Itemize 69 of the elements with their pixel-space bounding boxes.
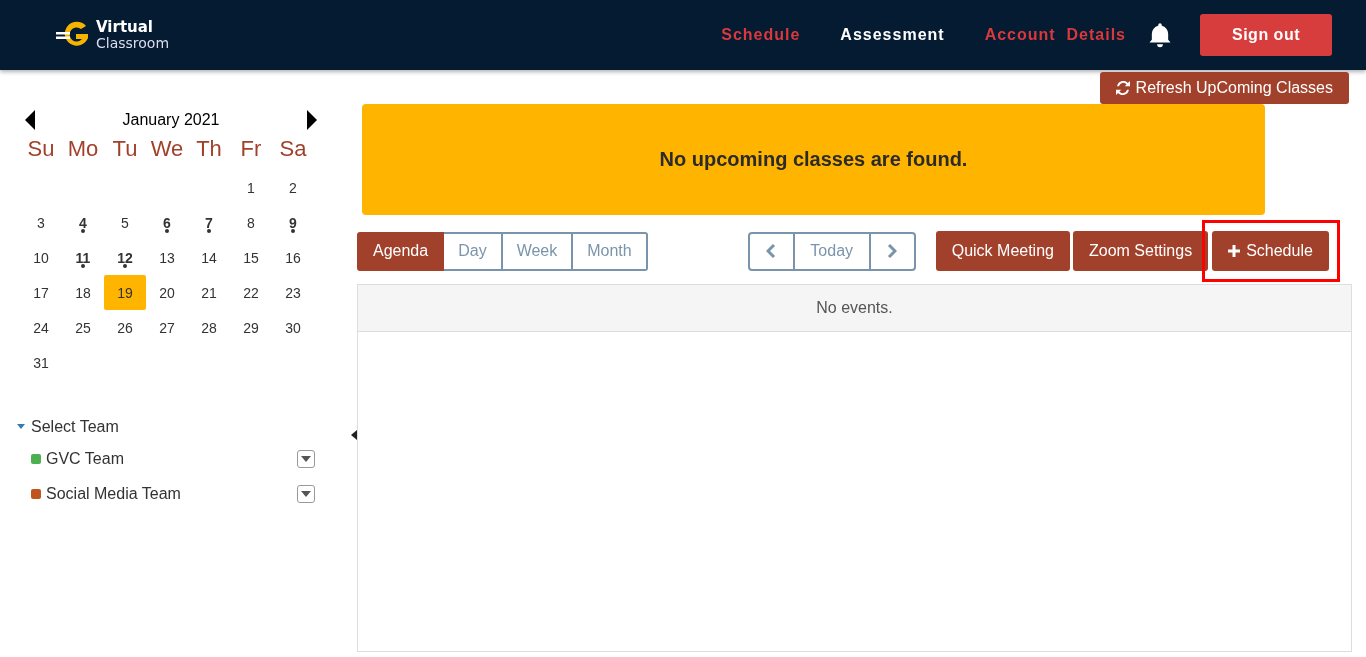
calendar-day[interactable]: 25 [62, 310, 104, 345]
calendar-day[interactable]: 24 [20, 310, 62, 345]
calendar-day[interactable]: 7 [188, 205, 230, 240]
calendar-day[interactable]: 20 [146, 275, 188, 310]
logo-subtitle: Classroom [96, 35, 170, 51]
calendar-day[interactable]: 14 [188, 240, 230, 275]
next-button[interactable] [868, 231, 916, 271]
calendar-day[interactable]: 21 [188, 275, 230, 310]
calendar-day[interactable]: 12 [104, 240, 146, 275]
refresh-button[interactable]: Refresh UpComing Classes [1099, 72, 1349, 104]
calendar-day[interactable]: 8 [230, 205, 272, 240]
calendar-day[interactable]: 29 [230, 310, 272, 345]
calendar-day[interactable]: 28 [188, 310, 230, 345]
calendar-day[interactable]: 4 [62, 205, 104, 240]
team-name: GVC Team [46, 449, 125, 468]
chevron-left-icon [766, 244, 777, 258]
refresh-icon [1115, 81, 1130, 95]
plus-icon [1228, 245, 1241, 257]
weekday-label: Su [26, 136, 56, 163]
weekday-label: Fr [239, 136, 263, 163]
calendar-day[interactable]: 11 [62, 240, 104, 275]
team-name: Social Media Team [46, 484, 182, 503]
calendar-day[interactable]: 26 [104, 310, 146, 345]
caret-icon [301, 490, 311, 497]
nav-link[interactable]: Schedule [721, 26, 801, 44]
no-events-message: No events. [816, 299, 893, 317]
previous-button[interactable] [747, 231, 795, 271]
caret-icon[interactable] [17, 424, 25, 430]
calendar-day[interactable]: 1 [230, 170, 272, 205]
calendar-day[interactable]: 5 [104, 205, 146, 240]
logo-title: Virtual [96, 19, 154, 35]
calendar-day[interactable]: 27 [146, 310, 188, 345]
select-team-label[interactable]: Select Team [31, 418, 119, 436]
action-button[interactable]: Schedule [1212, 231, 1329, 271]
action-button[interactable]: Zoom Settings [1072, 231, 1209, 271]
chevron-right-icon [887, 244, 898, 258]
dropdown-button[interactable] [297, 449, 315, 468]
action-button[interactable]: Quick Meeting [935, 231, 1070, 271]
calendar-day[interactable]: 17 [20, 275, 62, 310]
calendar-day[interactable]: 9 [272, 205, 314, 240]
calendar-day[interactable]: 6 [146, 205, 188, 240]
weekday-label: Mo [66, 136, 100, 163]
nav-link[interactable]: Assessment [840, 26, 945, 44]
month-title: January 2021 [122, 111, 220, 129]
calendar-day[interactable]: 16 [272, 240, 314, 275]
caret-icon [301, 455, 311, 462]
calendar-day[interactable]: 3 [20, 205, 62, 240]
calendar-day[interactable]: 10 [20, 240, 62, 275]
calendar-day[interactable]: 23 [272, 275, 314, 310]
sign-out-button[interactable]: Sign out [1200, 14, 1332, 56]
calendar-day[interactable]: 18 [62, 275, 104, 310]
next-month-icon[interactable] [306, 110, 318, 130]
weekday-label: Sa [278, 136, 308, 163]
calendar-day[interactable]: 15 [230, 240, 272, 275]
calendar-day[interactable]: 22 [230, 275, 272, 310]
alert-message: No upcoming classes are found. [659, 148, 968, 171]
dropdown-button[interactable] [297, 484, 315, 503]
calendar-day[interactable]: 30 [272, 310, 314, 345]
nav-link[interactable]: Account Details [984, 26, 1126, 44]
weekday-label: We [149, 136, 185, 163]
calendar-day[interactable]: 19 [104, 275, 146, 310]
weekday-label: Tu [111, 136, 139, 163]
previous-month-icon[interactable] [24, 110, 36, 130]
weekday-label: Th [195, 136, 223, 163]
calendar-day[interactable]: 31 [20, 345, 62, 380]
collapse-icon[interactable] [351, 430, 357, 440]
calendar-day[interactable]: 13 [146, 240, 188, 275]
calendar-day[interactable]: 2 [272, 170, 314, 205]
view-tab[interactable]: Agenda [357, 231, 445, 271]
